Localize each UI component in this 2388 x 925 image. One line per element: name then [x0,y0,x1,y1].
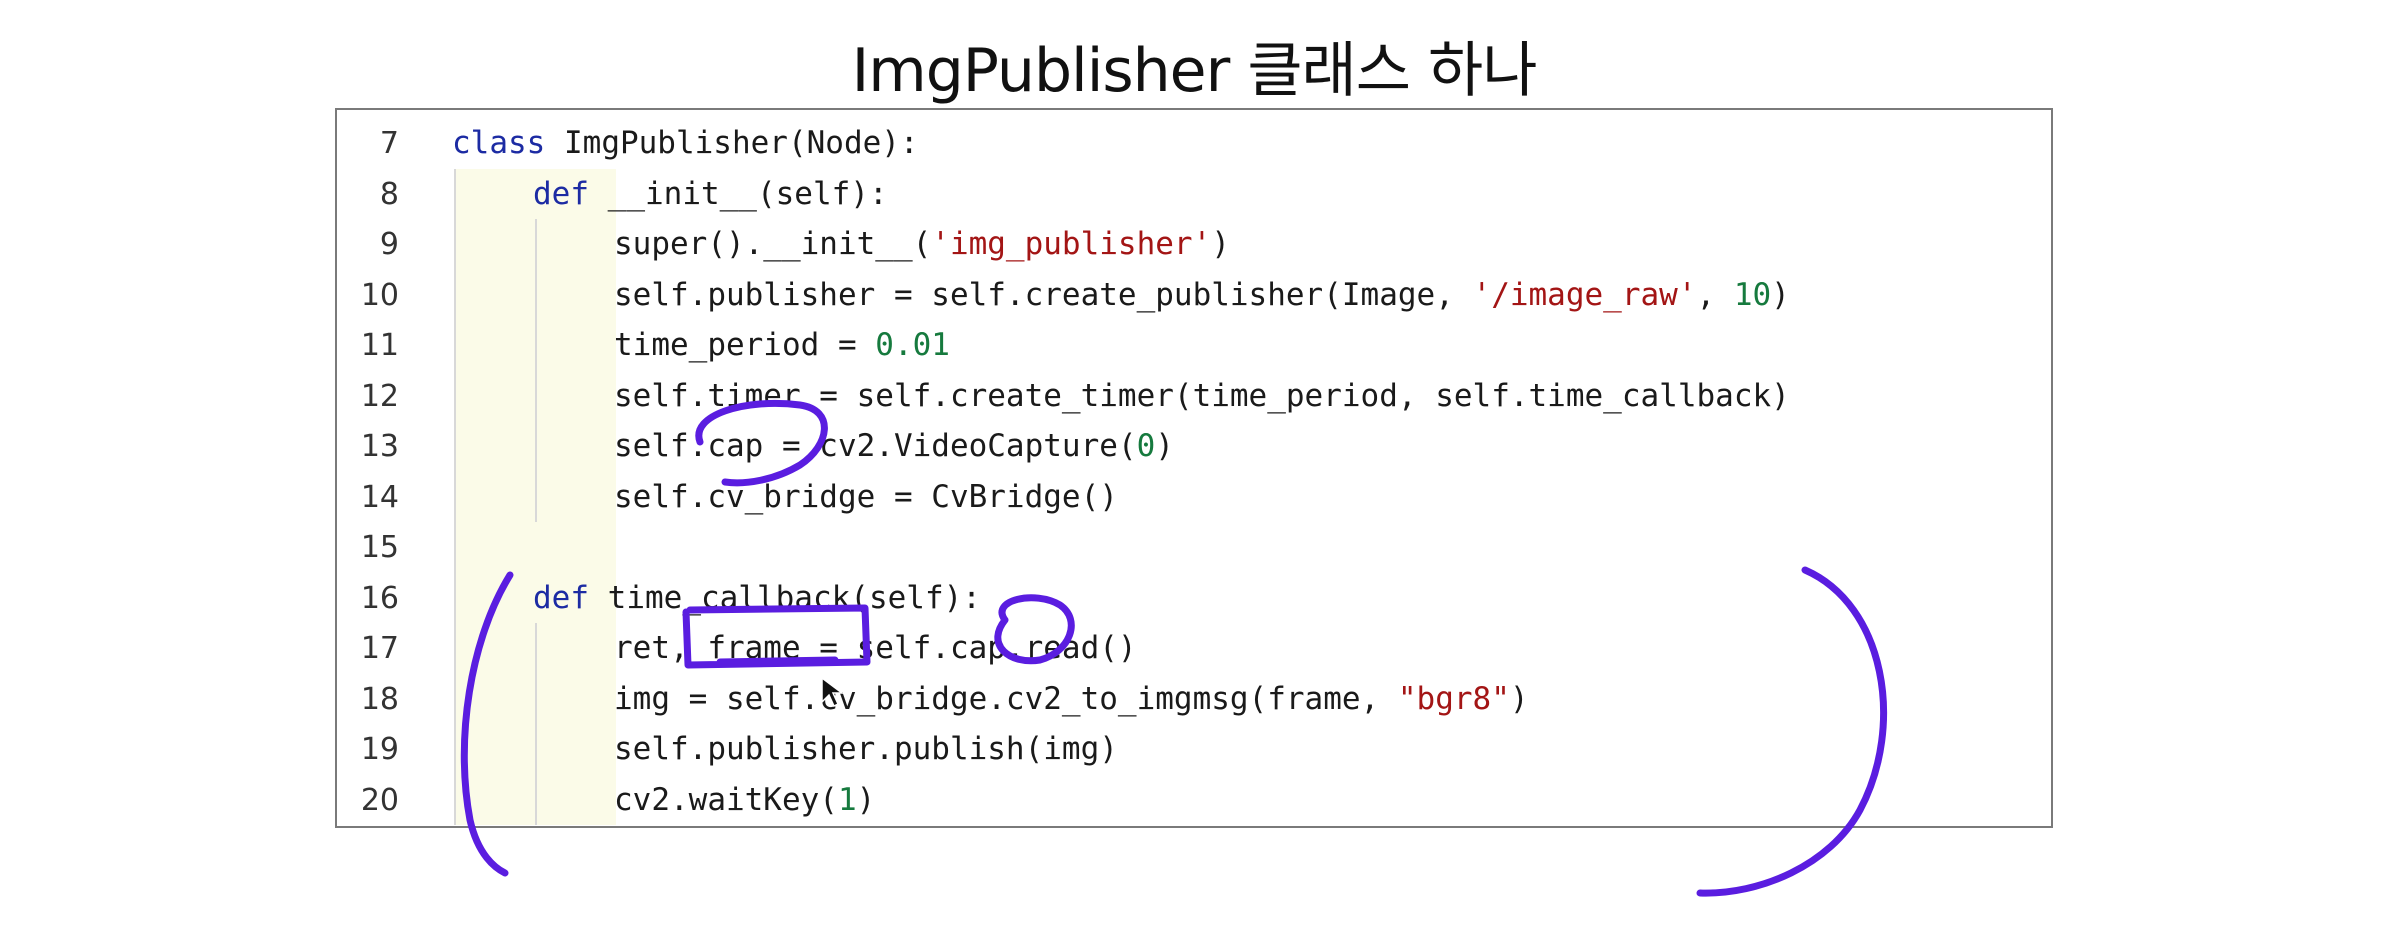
code-line: 13 self.cap = cv2.VideoCapture(0) [337,421,2051,472]
code-line: 19 self.publisher.publish(img) [337,724,2051,775]
code-line: 17 ret, frame = self.cap.read() [337,623,2051,674]
code-line: 11 time_period = 0.01 [337,320,2051,371]
code-line: 12 self.timer = self.create_timer(time_pe… [337,371,2051,422]
code-line: 10 self.publisher = self.create_publisher… [337,270,2051,321]
code-text: self.cap = cv2.VideoCapture(0) [614,428,1174,464]
code-text: super().__init__('img_publisher') [614,226,1230,262]
line-number: 12 [360,378,399,414]
line-number: 11 [360,328,399,363]
line-number: 10 [360,277,399,313]
code-line: 16 def time_callback(self): [337,573,2051,624]
code-text: class ImgPublisher(Node): [452,125,919,161]
code-text: ret, frame = self.cap.read() [614,630,1137,666]
code-line: 20 cv2.waitKey(1) [337,775,2051,826]
line-number: 19 [360,732,399,767]
code-line: 9 super().__init__('img_publisher') [337,219,2051,270]
code-line: 15 [337,522,2051,573]
code-line: 8 def __init__(self): [337,169,2051,220]
line-number: 7 [379,126,399,161]
line-number: 8 [379,176,399,212]
code-text: self.publisher.publish(img) [614,731,1118,767]
code-text: def __init__(self): [533,175,888,212]
code-panel: 7 class ImgPublisher(Node): 8 def __init__(… [335,108,2053,828]
line-number: 13 [360,429,399,464]
line-number: 16 [360,580,399,616]
code-text: def time_callback(self): [533,579,981,616]
code-line: 7 class ImgPublisher(Node): [337,118,2051,169]
code-text: img = self.cv_bridge.cv2_to_imgmsg(frame… [614,680,1529,717]
line-number: 14 [360,479,399,515]
line-number: 15 [360,530,399,565]
code-line: 18 img = self.cv_bridge.cv2_to_imgmsg(fra… [337,674,2051,725]
code-text: time_period = 0.01 [614,327,950,363]
line-number: 17 [360,631,399,666]
code-text: self.cv_bridge = CvBridge() [614,478,1118,515]
line-number: 18 [360,681,399,717]
line-number: 20 [360,782,399,818]
line-number: 9 [379,227,399,262]
code-text: cv2.waitKey(1) [614,781,876,818]
code-line: 14 self.cv_bridge = CvBridge() [337,472,2051,523]
code-text: self.publisher = self.create_publisher(I… [614,276,1790,313]
code-text: self.timer = self.create_timer(time_peri… [614,377,1790,414]
slide-title: ImgPublisher 클래스 하나 [851,36,1538,106]
